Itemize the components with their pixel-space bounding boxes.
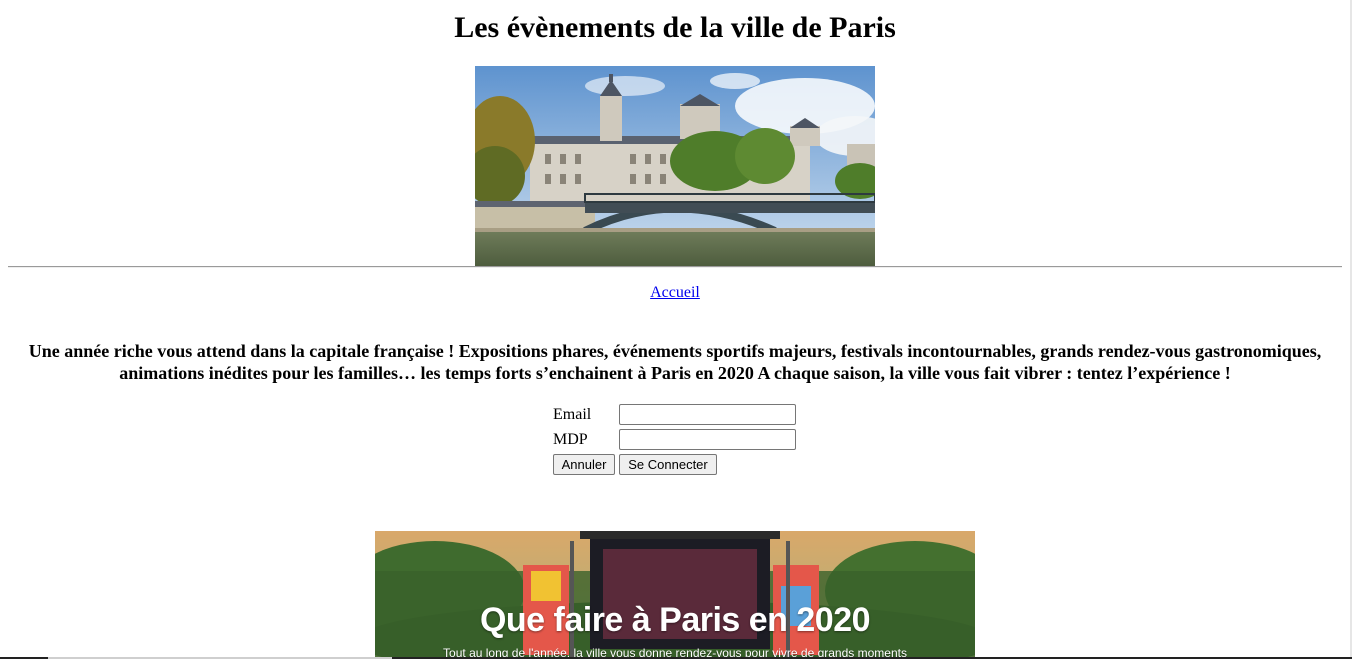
login-button[interactable]: Se Connecter	[619, 454, 717, 475]
banner-title: Que faire à Paris en 2020	[479, 601, 871, 639]
main-nav: Accueil	[0, 284, 1350, 302]
intro-text: Une année riche vous attend dans la capi…	[28, 341, 1322, 383]
header-divider	[8, 266, 1342, 268]
email-field[interactable]	[619, 404, 796, 425]
events-banner: Que faire à Paris en 2020 Tout au long d…	[375, 531, 975, 659]
email-label: Email	[553, 406, 592, 423]
nav-link-home[interactable]: Accueil	[650, 284, 700, 301]
hotel-de-ville-illustration	[475, 66, 875, 266]
page-title: Les évènements de la ville de Paris	[454, 11, 896, 44]
cancel-button[interactable]: Annuler	[553, 454, 615, 475]
password-field[interactable]	[619, 429, 796, 450]
page: Les évènements de la ville de Paris Accu…	[0, 0, 1352, 659]
hotel-de-ville-photo	[475, 66, 875, 266]
password-label: MDP	[553, 431, 588, 448]
